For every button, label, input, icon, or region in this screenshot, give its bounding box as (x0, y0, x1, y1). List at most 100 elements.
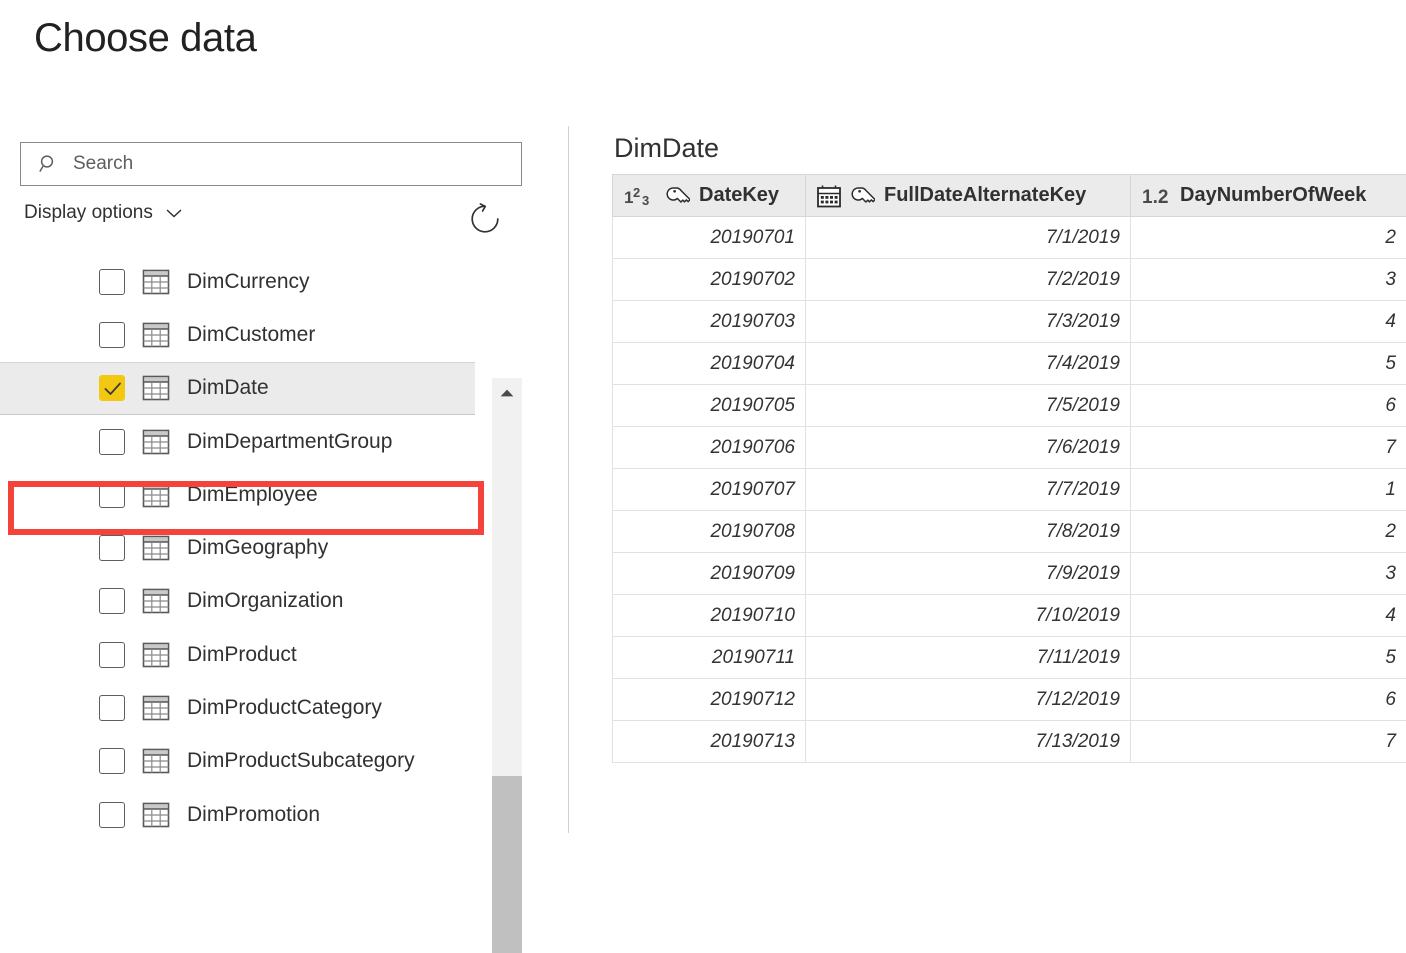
list-item-label: DimPromotion (187, 803, 320, 827)
table-cell: 7 (1131, 427, 1406, 469)
table-row[interactable]: 201907057/5/20196 (613, 385, 1406, 427)
list-item[interactable]: DimCurrency (0, 255, 545, 308)
table-icon (141, 427, 171, 457)
display-options-label: Display options (24, 202, 153, 224)
table-icon (141, 640, 171, 670)
checkbox-unchecked[interactable] (99, 642, 125, 668)
preview-table-header: 1 2 3 DateKey FullDateAlternateKey 1.2 D… (613, 175, 1406, 217)
table-icon (141, 480, 171, 510)
table-row[interactable]: 201907077/7/20191 (613, 469, 1406, 511)
data-preview-panel: DimDate 1 2 3 DateKey FullDateAlternateK… (612, 126, 1406, 833)
table-cell: 20190712 (613, 679, 806, 721)
list-item-label: DimProductSubcategory (187, 749, 415, 773)
table-cell: 20190710 (613, 595, 806, 637)
table-row[interactable]: 201907067/6/20197 (613, 427, 1406, 469)
checkbox-unchecked[interactable] (99, 802, 125, 828)
table-cell: 6 (1131, 679, 1406, 721)
list-item-label: DimEmployee (187, 483, 318, 507)
panel-divider (568, 126, 569, 833)
table-row[interactable]: 201907137/13/20197 (613, 721, 1406, 763)
list-item[interactable]: DimDepartmentGroup (0, 415, 545, 468)
list-item[interactable]: DimDate (0, 362, 475, 415)
list-item-label: DimGeography (187, 536, 328, 560)
list-item[interactable]: DimCustomer (0, 308, 545, 361)
table-row[interactable]: 201907037/3/20194 (613, 301, 1406, 343)
table-cell: 7/1/2019 (806, 217, 1131, 259)
table-icon (141, 320, 171, 350)
preview-table-title: DimDate (614, 126, 1406, 170)
table-row[interactable]: 201907017/1/20192 (613, 217, 1406, 259)
checkbox-unchecked[interactable] (99, 588, 125, 614)
list-item[interactable]: DimOrganization (0, 575, 545, 628)
search-input[interactable] (73, 153, 473, 175)
checkbox-unchecked[interactable] (99, 429, 125, 455)
svg-text:1.2: 1.2 (1142, 187, 1168, 208)
table-icon (141, 267, 171, 297)
column-header[interactable]: 1 2 3 DateKey (613, 175, 806, 217)
key-icon (849, 185, 875, 207)
list-item-label: DimCustomer (187, 323, 315, 347)
display-options-dropdown[interactable]: Display options (24, 202, 183, 224)
list-item[interactable]: DimGeography (0, 521, 545, 574)
svg-text:3: 3 (642, 193, 649, 208)
table-row[interactable]: 201907027/2/20193 (613, 259, 1406, 301)
decimal-number-icon: 1.2 (1141, 184, 1171, 208)
scroll-up-icon[interactable] (492, 378, 522, 408)
checkbox-unchecked[interactable] (99, 748, 125, 774)
table-cell: 7/13/2019 (806, 721, 1131, 763)
search-box[interactable] (20, 142, 522, 186)
column-header[interactable]: FullDateAlternateKey (806, 175, 1131, 217)
display-options-row: Display options (24, 202, 522, 242)
table-cell: 20190702 (613, 259, 806, 301)
table-row[interactable]: 201907107/10/20194 (613, 595, 1406, 637)
table-cell: 20190701 (613, 217, 806, 259)
column-header-label: FullDateAlternateKey (884, 184, 1086, 207)
table-row[interactable]: 201907127/12/20196 (613, 679, 1406, 721)
table-cell: 2 (1131, 511, 1406, 553)
table-row[interactable]: 201907047/4/20195 (613, 343, 1406, 385)
list-item[interactable]: DimEmployee (0, 468, 545, 521)
table-cell: 20190713 (613, 721, 806, 763)
svg-text:2: 2 (633, 185, 640, 200)
table-cell: 7/5/2019 (806, 385, 1131, 427)
column-header[interactable]: 1.2 DayNumberOfWeek (1131, 175, 1406, 217)
table-cell: 3 (1131, 553, 1406, 595)
table-list-scrollbar[interactable] (492, 378, 522, 953)
table-row[interactable]: 201907087/8/20192 (613, 511, 1406, 553)
table-cell: 20190706 (613, 427, 806, 469)
column-header-label: DateKey (699, 184, 779, 207)
checkbox-unchecked[interactable] (99, 535, 125, 561)
list-item[interactable]: DimProductSubcategory (0, 735, 545, 788)
checkbox-unchecked[interactable] (99, 695, 125, 721)
scrollbar-thumb[interactable] (492, 776, 522, 953)
list-item[interactable]: DimPromotion (0, 788, 545, 833)
list-item[interactable]: DimProduct (0, 628, 545, 681)
checkbox-unchecked[interactable] (99, 322, 125, 348)
table-icon (141, 373, 171, 403)
refresh-button[interactable] (468, 202, 502, 236)
table-selection-panel: Display options DimCurrency D (0, 120, 545, 833)
table-icon (141, 533, 171, 563)
table-cell: 5 (1131, 637, 1406, 679)
table-cell: 20190704 (613, 343, 806, 385)
checkbox-unchecked[interactable] (99, 482, 125, 508)
table-cell: 6 (1131, 385, 1406, 427)
table-cell: 7/4/2019 (806, 343, 1131, 385)
page-title: Choose data (34, 16, 256, 61)
table-cell: 7/7/2019 (806, 469, 1131, 511)
table-cell: 3 (1131, 259, 1406, 301)
list-item-label: DimProductCategory (187, 696, 382, 720)
table-row[interactable]: 201907117/11/20195 (613, 637, 1406, 679)
table-cell: 20190711 (613, 637, 806, 679)
table-icon (141, 693, 171, 723)
list-item-label: DimOrganization (187, 589, 343, 613)
checkbox-unchecked[interactable] (99, 269, 125, 295)
checkbox-checked[interactable] (99, 375, 125, 401)
table-row[interactable]: 201907097/9/20193 (613, 553, 1406, 595)
table-header-row: 1 2 3 DateKey FullDateAlternateKey 1.2 D… (613, 175, 1406, 217)
table-cell: 5 (1131, 343, 1406, 385)
table-cell: 20190707 (613, 469, 806, 511)
list-item[interactable]: DimProductCategory (0, 681, 545, 734)
table-cell: 7/3/2019 (806, 301, 1131, 343)
table-list[interactable]: DimCurrency DimCustomer DimDate DimDepar… (0, 255, 545, 833)
